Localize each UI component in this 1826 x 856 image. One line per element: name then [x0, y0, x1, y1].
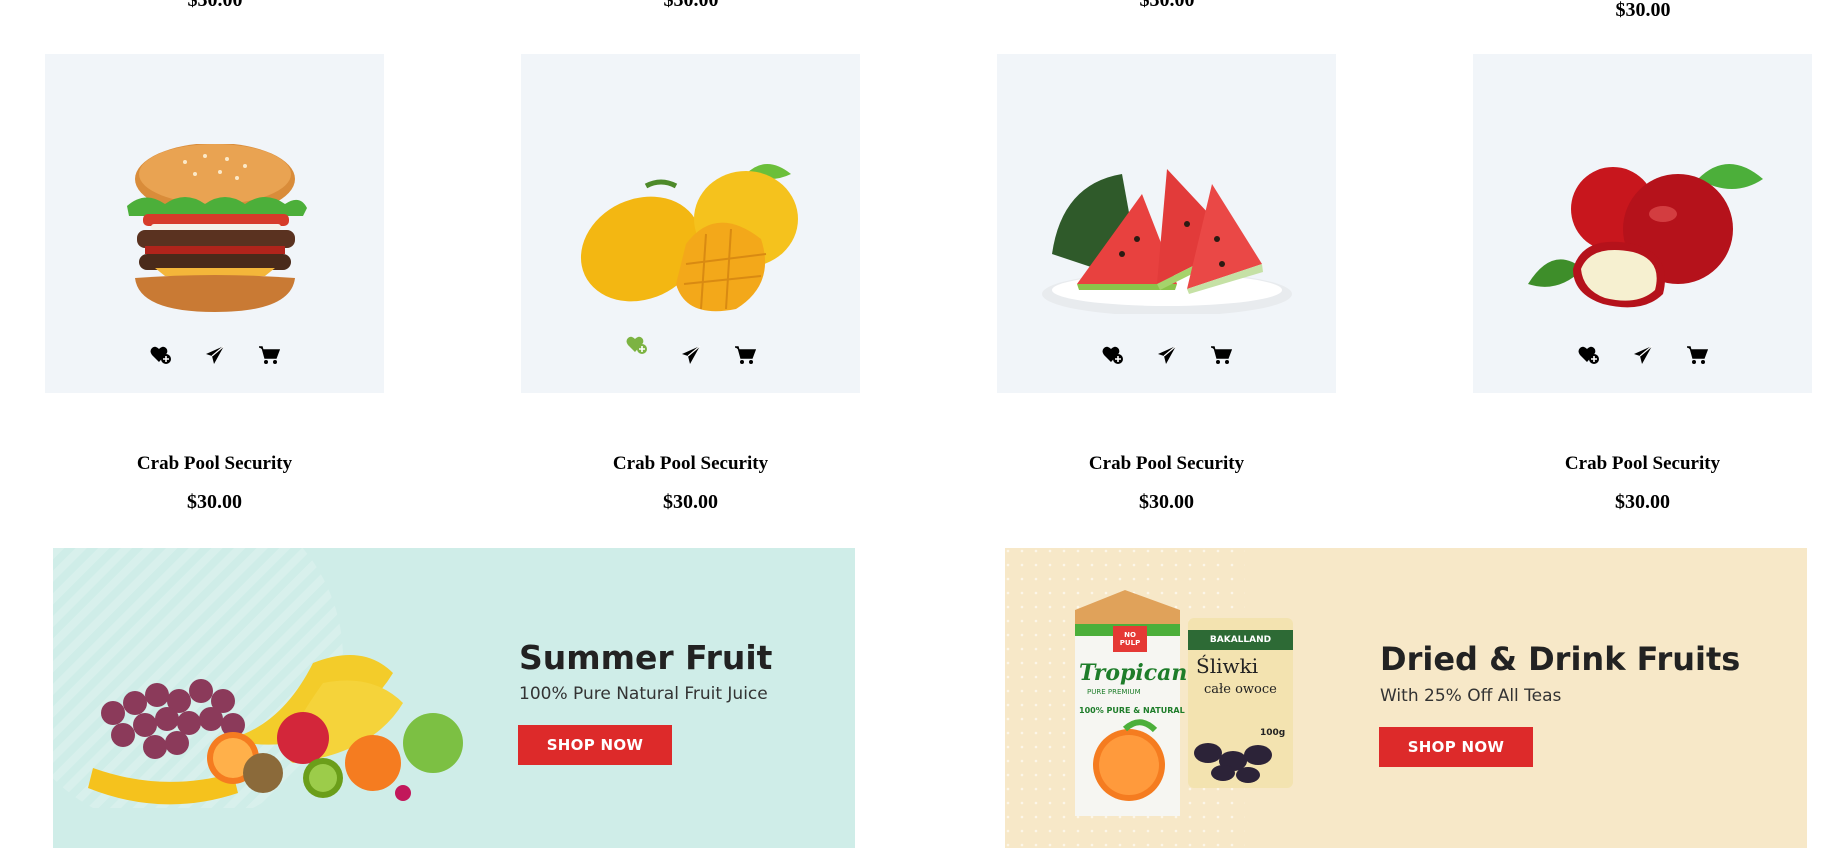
- fruit-assortment-image: [88, 655, 463, 805]
- shop-now-button[interactable]: SHOP NOW: [1379, 727, 1533, 767]
- carton-line: PURE PREMIUM: [1087, 688, 1141, 696]
- shopping-cart-icon[interactable]: [257, 344, 281, 366]
- carton-tag: NO PULP: [1113, 626, 1147, 652]
- product-actions: [1473, 344, 1812, 366]
- shopping-cart-icon[interactable]: [1685, 344, 1709, 366]
- burger-image: [126, 144, 307, 312]
- paper-plane-icon[interactable]: [679, 344, 703, 366]
- bag-title: Śliwki: [1196, 654, 1259, 678]
- product-price: $30.00: [1615, 491, 1670, 513]
- promo-banner-summer-fruit[interactable]: Summer Fruit 100% Pure Natural Fruit Jui…: [53, 548, 855, 848]
- product-title[interactable]: Crab Pool Security: [521, 453, 860, 475]
- product-actions: [997, 344, 1336, 366]
- product-card[interactable]: Crab Pool Security $30.00: [1473, 54, 1812, 514]
- product-image-frame[interactable]: [1473, 54, 1812, 393]
- product-title[interactable]: Crab Pool Security: [45, 453, 384, 475]
- product-price: $30.00: [663, 0, 719, 11]
- heart-plus-icon[interactable]: [625, 334, 649, 356]
- dried-plum-bag-image: BAKALLAND Śliwki całe owoce 100g: [1188, 618, 1293, 788]
- product-actions: [521, 336, 860, 366]
- promo-banner-dried-drink-fruits[interactable]: NO PULP Tropicana PURE PREMIUM 100% PURE…: [1005, 548, 1807, 848]
- banner-heading: Summer Fruit: [519, 638, 773, 677]
- banner-subheading: 100% Pure Natural Fruit Juice: [519, 684, 768, 704]
- shop-now-button[interactable]: SHOP NOW: [518, 725, 672, 765]
- product-card[interactable]: Crab Pool Security $30.00: [45, 54, 384, 514]
- product-price: $30.00: [1139, 0, 1195, 11]
- product-price: $30.00: [187, 0, 243, 11]
- banner-heading: Dried & Drink Fruits: [1380, 640, 1741, 678]
- shopping-cart-icon[interactable]: [1209, 344, 1233, 366]
- product-price: $30.00: [1615, 0, 1671, 21]
- product-image-frame[interactable]: [997, 54, 1336, 393]
- product-card[interactable]: Crab Pool Security $30.00: [997, 54, 1336, 514]
- paper-plane-icon[interactable]: [1631, 344, 1655, 366]
- heart-plus-icon[interactable]: [1577, 344, 1601, 366]
- product-actions: [45, 344, 384, 366]
- heart-plus-icon[interactable]: [149, 344, 173, 366]
- paper-plane-icon[interactable]: [203, 344, 227, 366]
- carton-brand: Tropicana: [1079, 660, 1202, 686]
- product-price: $30.00: [187, 491, 242, 513]
- product-image-frame[interactable]: [521, 54, 860, 393]
- shopping-cart-icon[interactable]: [733, 344, 757, 366]
- product-title[interactable]: Crab Pool Security: [997, 453, 1336, 475]
- carton-claim: 100% PURE & NATURAL: [1079, 706, 1185, 715]
- bag-subtitle: całe owoce: [1204, 682, 1277, 697]
- mango-image: [580, 164, 798, 312]
- product-card[interactable]: Crab Pool Security $30.00: [521, 54, 860, 514]
- watermelon-image: [1041, 169, 1292, 314]
- banner-subheading: With 25% Off All Teas: [1380, 686, 1562, 706]
- bag-brand: BAKALLAND: [1188, 630, 1293, 650]
- juice-carton-image: NO PULP Tropicana PURE PREMIUM 100% PURE…: [1065, 590, 1202, 816]
- product-price: $30.00: [663, 491, 718, 513]
- paper-plane-icon[interactable]: [1155, 344, 1179, 366]
- product-price: $30.00: [1139, 491, 1194, 513]
- heart-plus-icon[interactable]: [1101, 344, 1125, 366]
- apple-image: [1527, 164, 1763, 308]
- product-title[interactable]: Crab Pool Security: [1473, 453, 1812, 475]
- product-image-frame[interactable]: [45, 54, 384, 393]
